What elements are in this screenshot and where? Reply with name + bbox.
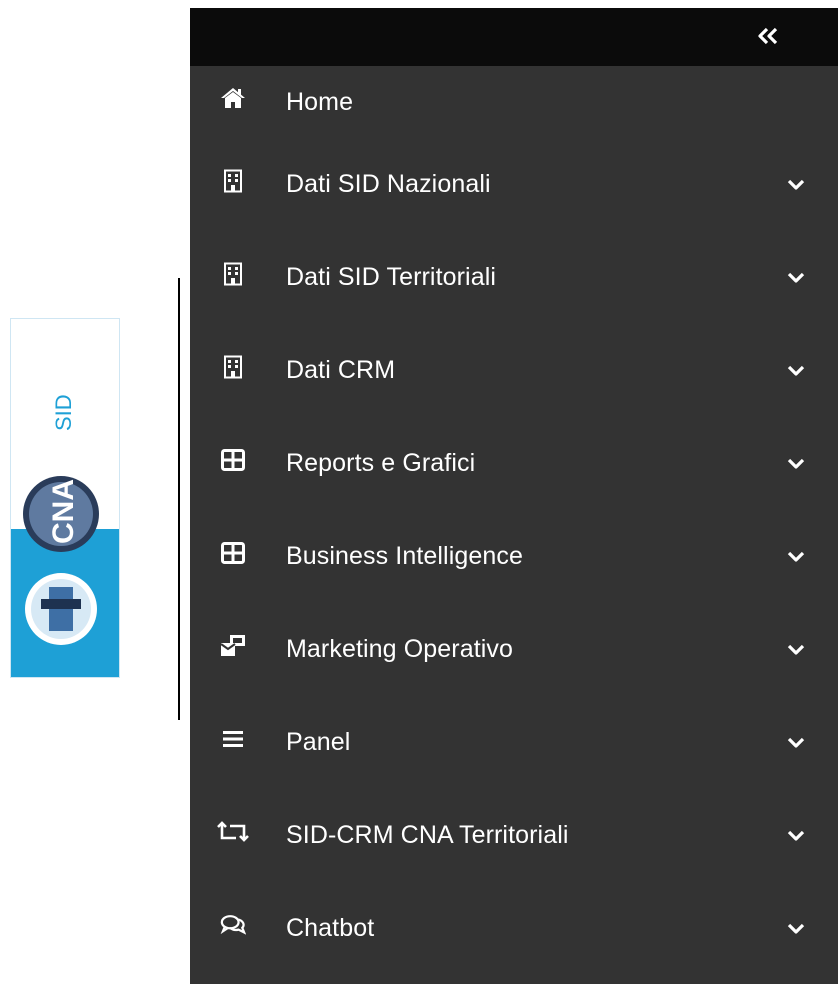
chevron-down-icon <box>786 547 806 567</box>
sidebar-item-dati-sid-territoriali[interactable]: Dati SID Territoriali <box>190 231 838 324</box>
sidebar-item-label: Home <box>286 87 354 116</box>
double-chevron-left-icon <box>758 27 778 45</box>
sidebar-item-label: Business Intelligence <box>286 542 523 570</box>
sidebar-menu: Home Dati SID Nazionali Dati SID Territo… <box>190 66 838 975</box>
chevron-down-icon <box>786 826 806 846</box>
logo: CNA SID <box>10 318 120 678</box>
sidebar-item-chatbot[interactable]: Chatbot <box>190 882 838 975</box>
sidebar-item-label: Chatbot <box>286 914 375 942</box>
sidebar-item-reports-e-grafici[interactable]: Reports e Grafici <box>190 417 838 510</box>
sidebar-item-label: Panel <box>286 728 351 756</box>
chevron-down-icon <box>786 175 806 195</box>
logo-product-text: SID <box>51 394 76 431</box>
sidebar-item-home[interactable]: Home <box>190 66 838 138</box>
chevron-down-icon <box>786 268 806 288</box>
collapse-sidebar-button[interactable] <box>754 22 782 50</box>
chevron-down-icon <box>786 361 806 381</box>
table-icon <box>220 447 246 473</box>
sidebar-item-marketing-operativo[interactable]: Marketing Operativo <box>190 603 838 696</box>
sidebar-item-dati-sid-nazionali[interactable]: Dati SID Nazionali <box>190 138 838 231</box>
chevron-down-icon <box>786 919 806 939</box>
sidebar-item-sid-crm-cna-territoriali[interactable]: SID-CRM CNA Territoriali <box>190 789 838 882</box>
bars-icon <box>220 726 246 752</box>
sidebar-item-label: SID-CRM CNA Territoriali <box>286 821 569 849</box>
logo-brand-text: CNA <box>47 479 80 544</box>
sidebar-item-label: Reports e Grafici <box>286 449 476 477</box>
table-icon <box>220 540 246 566</box>
building-icon <box>220 261 246 287</box>
home-icon <box>220 85 246 111</box>
vertical-divider <box>178 278 180 720</box>
chevron-down-icon <box>786 640 806 660</box>
sidebar-item-label: Dati CRM <box>286 356 396 384</box>
chevron-down-icon <box>786 733 806 753</box>
sidebar-item-label: Dati SID Nazionali <box>286 170 491 198</box>
sidebar-item-label: Marketing Operativo <box>286 635 513 663</box>
sidebar-item-business-intelligence[interactable]: Business Intelligence <box>190 510 838 603</box>
building-icon <box>220 168 246 194</box>
sidebar-topbar <box>190 8 838 66</box>
comments-icon <box>220 912 246 938</box>
cna-sid-logo: CNA SID <box>11 394 119 677</box>
sidebar: Home Dati SID Nazionali Dati SID Territo… <box>190 8 838 984</box>
chevron-down-icon <box>786 454 806 474</box>
sidebar-item-dati-crm[interactable]: Dati CRM <box>190 324 838 417</box>
building-icon <box>220 354 246 380</box>
mail-bulk-icon <box>220 633 246 659</box>
sidebar-item-label: Dati SID Territoriali <box>286 263 497 291</box>
sidebar-item-panel[interactable]: Panel <box>190 696 838 789</box>
retweet-icon <box>216 819 250 845</box>
